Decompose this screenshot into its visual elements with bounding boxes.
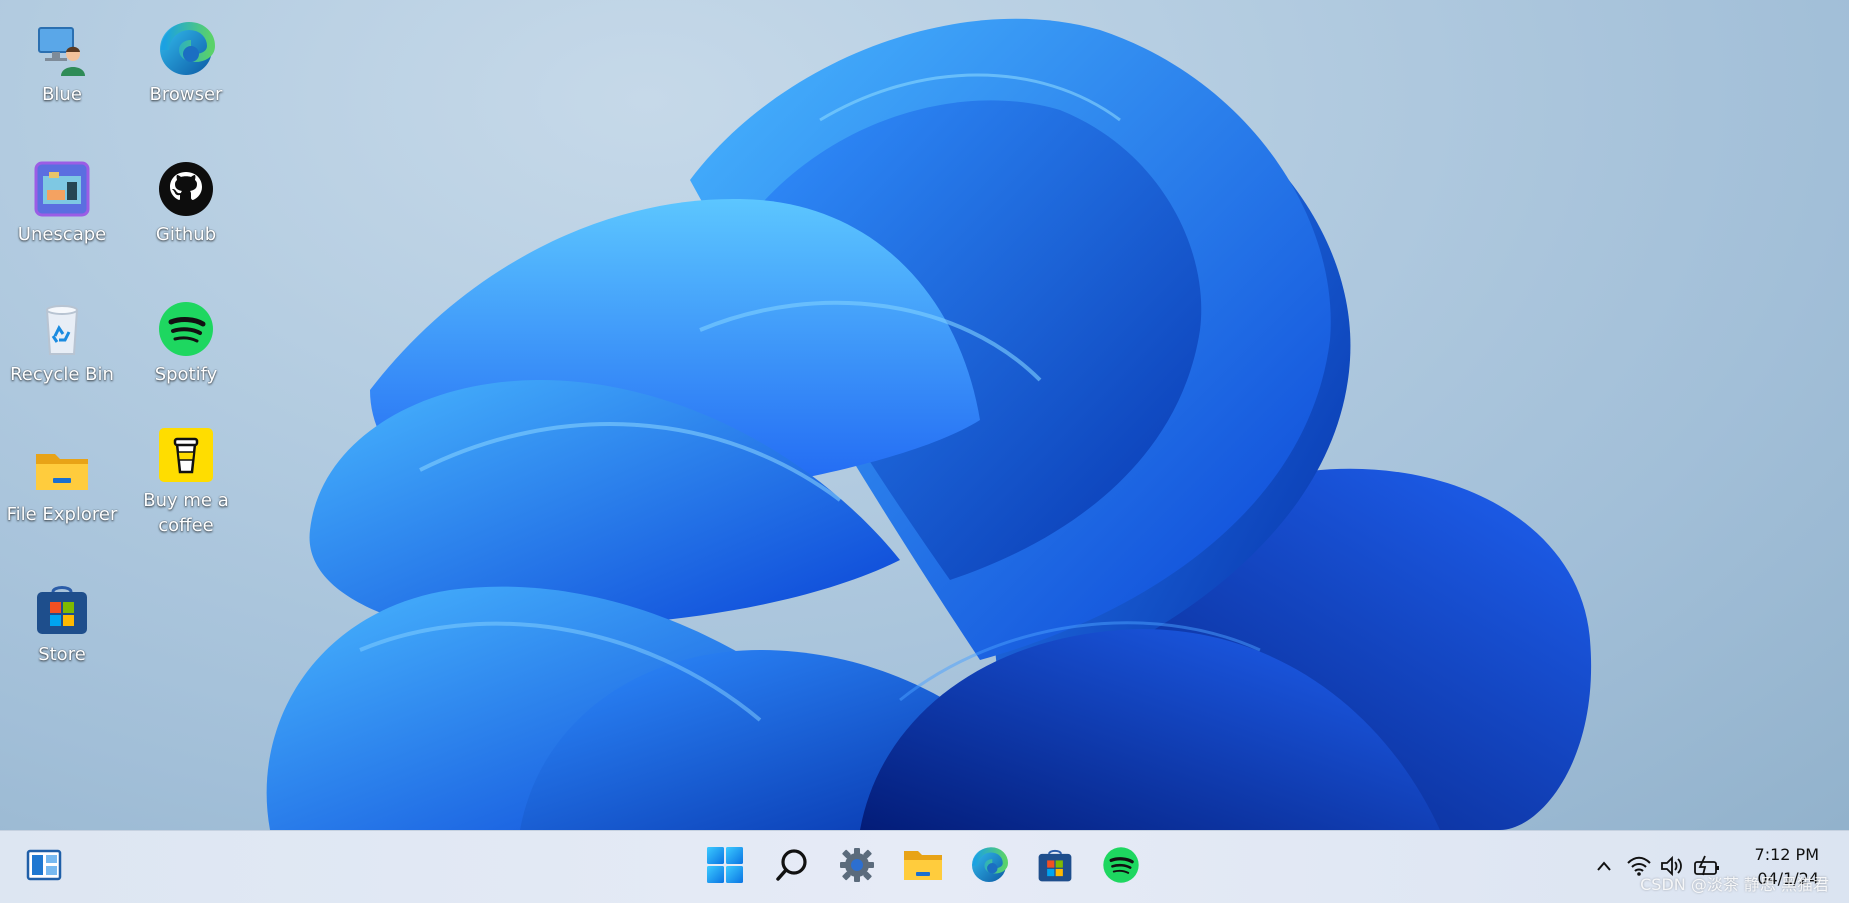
desktop-icon-blue[interactable]: Blue — [0, 20, 124, 107]
chevron-up-icon[interactable] — [1589, 851, 1619, 881]
spotify-icon — [1102, 846, 1140, 888]
recycle-bin-icon — [33, 300, 91, 358]
widgets-button[interactable] — [18, 841, 70, 893]
watermark: CSDN @淡茶 静思 黑猫君 — [1640, 875, 1829, 894]
user-computer-icon — [33, 20, 91, 78]
desktop-icon-label: Spotify — [154, 364, 218, 385]
desktop-icon-label: Unescape — [17, 224, 107, 245]
widgets-icon — [26, 849, 62, 885]
store-bag-icon — [33, 580, 91, 638]
file-explorer-icon — [903, 848, 943, 886]
windows-start-icon — [706, 846, 744, 888]
desktop-icon-file-explorer[interactable]: File Explorer — [0, 440, 124, 527]
store-button[interactable] — [1029, 841, 1081, 893]
folder-icon — [33, 440, 91, 498]
edge-icon — [157, 20, 216, 78]
edge-icon — [970, 846, 1009, 888]
desktop-icon-unescape[interactable]: Unescape — [0, 160, 124, 247]
coffee-cup-icon — [157, 426, 215, 484]
settings-gear-icon — [838, 846, 876, 888]
file-explorer-button[interactable] — [897, 841, 949, 893]
desktop-icon-recycle-bin[interactable]: Recycle Bin — [0, 300, 124, 387]
desktop-icons: Blue Browser Unescape Github Recycle Bin… — [0, 0, 240, 820]
system-tray: 7:12 PM 04/1/24 CSDN @淡茶 静思 黑猫君 — [1549, 831, 1849, 904]
github-icon — [157, 160, 215, 218]
settings-button[interactable] — [831, 841, 883, 893]
desktop-icon-label: Browser — [149, 84, 223, 105]
clock-time: 7:12 PM — [1754, 845, 1819, 864]
desktop-icon-label: Blue — [42, 84, 82, 105]
desktop-icon-spotify[interactable]: Spotify — [124, 300, 248, 387]
desktop-icon-github[interactable]: Github — [124, 160, 248, 247]
desktop[interactable]: Blue Browser Unescape Github Recycle Bin… — [0, 0, 1849, 830]
desktop-icon-label: Recycle Bin — [10, 364, 114, 385]
desktop-icon-label: Buy me a coffee — [143, 490, 229, 536]
desktop-icon-label: Store — [38, 644, 86, 665]
desktop-icon-buy-me-a-coffee[interactable]: Buy me a coffee — [124, 426, 248, 538]
search-icon — [774, 847, 810, 887]
unescape-game-icon — [33, 160, 91, 218]
edge-button[interactable] — [963, 841, 1015, 893]
desktop-icon-store[interactable]: Store — [0, 580, 124, 667]
store-icon — [1036, 846, 1074, 888]
spotify-button[interactable] — [1095, 841, 1147, 893]
desktop-icon-label: Github — [155, 224, 217, 245]
spotify-icon — [157, 300, 215, 358]
taskbar: 7:12 PM 04/1/24 CSDN @淡茶 静思 黑猫君 — [0, 830, 1849, 903]
desktop-icon-browser[interactable]: Browser — [124, 20, 248, 107]
desktop-icon-label: File Explorer — [6, 504, 118, 525]
start-button[interactable] — [699, 841, 751, 893]
search-button[interactable] — [766, 841, 818, 893]
bloom-wallpaper — [266, 18, 1592, 830]
